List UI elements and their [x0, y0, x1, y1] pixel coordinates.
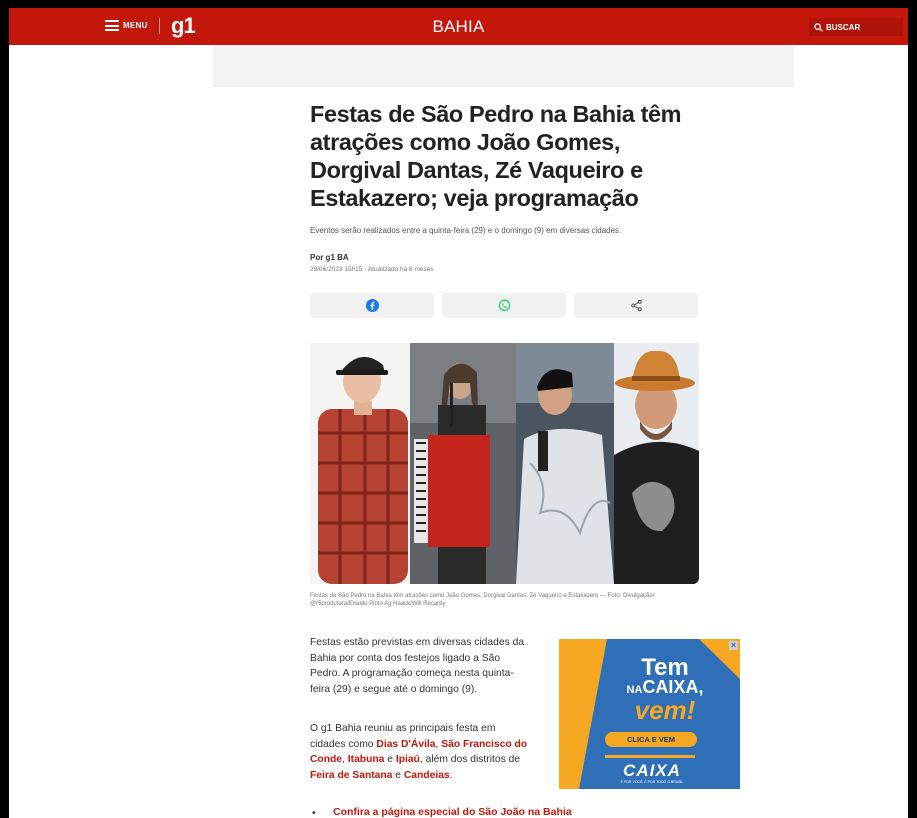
- caixa-logo: CAIXA: [623, 761, 681, 780]
- share-icon: [630, 299, 642, 312]
- ad-cta-button[interactable]: CLICA E VEM: [605, 732, 697, 747]
- link-dias-davila[interactable]: Dias D'Ávila: [376, 739, 435, 750]
- article-paragraph: O g1 Bahia reuniu as principais festa em…: [310, 723, 528, 781]
- browser-page: MENU g1 BAHIA BUSCAR Festas de São Pedro…: [9, 8, 908, 818]
- publish-date: 29/06/2023 15h15 · Atualizado há 8 meses: [310, 266, 434, 273]
- top-bar: MENU g1 BAHIA BUSCAR: [9, 8, 908, 45]
- photo-caption: Festas de São Pedro na Bahia têm atraçõe…: [310, 593, 655, 607]
- link-feira-de-santana[interactable]: Feira de Santana: [310, 770, 392, 781]
- ad-close-button[interactable]: ×: [729, 641, 738, 650]
- top-ad-placeholder: [213, 45, 794, 87]
- caixa-ad-banner[interactable]: × Tem NACAIXA, vem! CLICA E VEM CAIXA É …: [559, 639, 740, 789]
- search-button[interactable]: BUSCAR: [809, 18, 903, 36]
- article-paragraph: Festas estão previstas em diversas cidad…: [310, 637, 525, 695]
- ad-headline: Tem NACAIXA, vem!: [626, 654, 704, 725]
- share-facebook-button[interactable]: [310, 293, 434, 318]
- facebook-icon: [365, 299, 379, 312]
- search-label: BUSCAR: [826, 22, 861, 32]
- close-icon: ×: [730, 640, 737, 650]
- article-headline: Festas de São Pedro na Bahia têm atraçõe…: [310, 101, 682, 211]
- share-whatsapp-button[interactable]: [442, 293, 566, 318]
- bullet-point: •: [312, 807, 316, 818]
- article-subtitle: Eventos serão realizados entre a quinta-…: [310, 226, 622, 235]
- link-ipiau[interactable]: Ipiaú: [396, 754, 420, 765]
- artists-collage-image: [310, 343, 699, 584]
- article-photo[interactable]: [310, 343, 699, 584]
- link-itabuna[interactable]: Itabuna: [348, 754, 385, 765]
- byline: Por g1 BA: [310, 253, 349, 262]
- share-generic-button[interactable]: [574, 293, 698, 318]
- ad-tagline: É POR VOCÊ, É POR TODO O BRASIL: [620, 780, 684, 784]
- search-icon: [814, 22, 823, 32]
- whatsapp-icon: [498, 299, 510, 312]
- link-candeias[interactable]: Candeias: [404, 770, 450, 781]
- special-page-link[interactable]: Confira a página especial do São João na…: [333, 806, 572, 818]
- region-title: BAHIA: [432, 17, 485, 36]
